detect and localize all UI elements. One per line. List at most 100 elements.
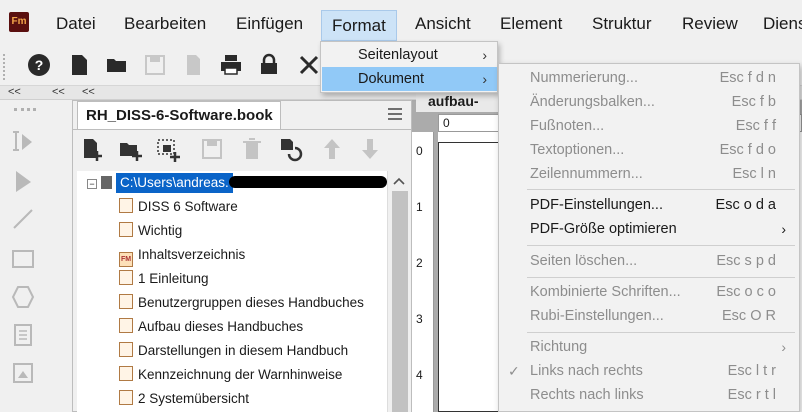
ruler-number: 4 — [416, 368, 423, 382]
svg-text:?: ? — [35, 57, 44, 73]
menu-item-fussnoten[interactable]: Fußnoten... Esc f f — [500, 114, 798, 138]
toolbar-grip[interactable] — [3, 54, 7, 80]
panel-menu-icon[interactable] — [387, 107, 403, 125]
polygon-tool-icon[interactable] — [10, 284, 36, 310]
book-panel: RH_DISS-6-Software.book − C:\Users\andre… — [72, 100, 412, 412]
list-item[interactable]: Benutzergruppen dieses Handbuches — [119, 291, 364, 315]
menu-format[interactable]: Format — [321, 10, 397, 41]
update-book-icon[interactable] — [277, 136, 303, 162]
scroll-thumb[interactable] — [392, 191, 408, 412]
list-item[interactable]: Darstellungen in diesem Handbuch — [119, 339, 348, 363]
menu-struktur[interactable]: Struktur — [592, 0, 652, 46]
ruler-number: 0 — [416, 144, 423, 158]
book-toolbar — [73, 129, 411, 169]
menu-separator — [527, 277, 795, 278]
root-path[interactable]: C:\Users\andreas. — [116, 173, 233, 193]
graphic-frame-tool-icon[interactable] — [10, 360, 36, 386]
document-tab[interactable]: aufbau- — [416, 90, 502, 112]
document-icon — [119, 198, 133, 213]
list-item[interactable]: Aufbau dieses Handbuches — [119, 315, 303, 339]
document-icon — [119, 342, 133, 357]
tools-panel: << — [0, 86, 44, 412]
menu-item-pdf-einstellungen[interactable]: PDF-Einstellungen... Esc o d a — [500, 193, 798, 217]
menu-item-richtung[interactable]: Richtung › — [500, 335, 798, 359]
add-file-icon[interactable] — [79, 136, 105, 162]
text-cursor-icon[interactable] — [10, 128, 36, 154]
list-item[interactable]: FM Inhaltsverzeichnis — [119, 243, 245, 267]
list-item[interactable]: Kennzeichnung der Warnhinweise — [119, 363, 342, 387]
line-tool-icon[interactable] — [10, 206, 36, 232]
document-icon — [119, 390, 133, 405]
menu-review[interactable]: Review — [682, 0, 738, 46]
chevron-right-icon: › — [781, 221, 786, 237]
save-book-icon[interactable] — [199, 136, 225, 162]
menu-dienste[interactable]: Diens — [763, 0, 802, 46]
ruler-number: 3 — [416, 312, 423, 326]
lock-icon[interactable] — [256, 52, 282, 78]
help-icon[interactable]: ? — [26, 52, 52, 78]
redacted-block — [228, 176, 387, 188]
open-folder-icon[interactable] — [104, 52, 130, 78]
menu-item-kombinierte-schriften[interactable]: Kombinierte Schriften... Esc o c o — [500, 280, 798, 304]
new-document-icon[interactable] — [66, 52, 92, 78]
ruler-top-label: 0 — [443, 116, 450, 130]
save-icon[interactable] — [142, 52, 168, 78]
menu-ansicht[interactable]: Ansicht — [415, 0, 471, 46]
move-up-icon[interactable] — [319, 136, 345, 162]
format-dropdown: Seitenlayout › Dokument › — [320, 41, 498, 93]
select-arrow-icon[interactable] — [10, 168, 36, 194]
document-icon — [119, 270, 133, 285]
menu-bar: Fm Datei Bearbeiten Einfügen Format Ansi… — [0, 0, 802, 46]
ruler-number: 1 — [416, 200, 423, 214]
scroll-up-icon[interactable] — [392, 175, 406, 189]
list-item[interactable]: 2 Systemübersicht — [119, 387, 249, 411]
add-folder-icon[interactable] — [117, 136, 143, 162]
delete-icon[interactable] — [239, 136, 265, 162]
book-tree: − C:\Users\andreas. DISS 6 Software Wicht… — [77, 171, 387, 412]
menu-separator — [527, 245, 795, 246]
import-icon[interactable] — [180, 52, 206, 78]
dokument-submenu: Nummerierung... Esc f d n Änderungsbalke… — [498, 63, 800, 412]
list-item[interactable]: 1 Einleitung — [119, 267, 209, 291]
tools-collapse-button[interactable]: << — [0, 86, 44, 100]
menu-item-textoptionen[interactable]: Textoptionen... Esc f d o — [500, 138, 798, 162]
menu-element[interactable]: Element — [500, 0, 562, 46]
menu-datei[interactable]: Datei — [56, 0, 96, 46]
tree-root[interactable]: − C:\Users\andreas. — [87, 173, 387, 193]
tools-grip[interactable] — [14, 108, 36, 112]
print-icon[interactable] — [218, 52, 244, 78]
menu-item-nummerierung[interactable]: Nummerierung... Esc f d n — [500, 66, 798, 90]
menu-einfuegen[interactable]: Einfügen — [236, 0, 303, 46]
menu-item-links-nach-rechts[interactable]: ✓ Links nach rechts Esc l t r — [500, 359, 798, 383]
menu-separator — [527, 332, 795, 333]
document-icon — [119, 222, 133, 237]
chevron-right-icon: › — [781, 339, 786, 355]
close-icon[interactable] — [296, 52, 322, 78]
panel-collapse-left[interactable]: << — [44, 86, 72, 100]
text-frame-tool-icon[interactable] — [10, 322, 36, 348]
document-icon — [119, 366, 133, 381]
add-group-icon[interactable] — [155, 136, 181, 162]
book-icon — [101, 176, 112, 189]
chevron-right-icon: › — [482, 71, 487, 87]
document-icon — [119, 318, 133, 333]
menu-item-aenderungsbalken[interactable]: Änderungsbalken... Esc f b — [500, 90, 798, 114]
menu-item-seitenlayout[interactable]: Seitenlayout › — [322, 43, 497, 67]
menu-item-pdf-groesse-optimieren[interactable]: PDF-Größe optimieren › — [500, 217, 798, 241]
app-logo-icon: Fm — [9, 12, 29, 32]
rectangle-tool-icon[interactable] — [10, 246, 36, 272]
menu-item-dokument[interactable]: Dokument › — [322, 67, 497, 91]
list-item[interactable]: Wichtig — [119, 219, 182, 243]
collapse-toggle-icon[interactable]: − — [87, 179, 97, 189]
book-tab[interactable]: RH_DISS-6-Software.book — [77, 101, 281, 129]
tree-scrollbar[interactable] — [387, 171, 411, 412]
menu-item-rechts-nach-links[interactable]: Rechts nach links Esc r t l — [500, 383, 798, 407]
menu-item-seiten-loeschen[interactable]: Seiten löschen... Esc s p d — [500, 249, 798, 273]
menu-item-zeilennummern[interactable]: Zeilennummern... Esc l n — [500, 162, 798, 186]
list-item[interactable]: DISS 6 Software — [119, 195, 238, 219]
chevron-right-icon: › — [482, 47, 487, 63]
move-down-icon[interactable] — [357, 136, 383, 162]
checkmark-icon: ✓ — [508, 363, 520, 379]
menu-item-rubi-einstellungen[interactable]: Rubi-Einstellungen... Esc O R — [500, 304, 798, 328]
menu-bearbeiten[interactable]: Bearbeiten — [124, 0, 206, 46]
